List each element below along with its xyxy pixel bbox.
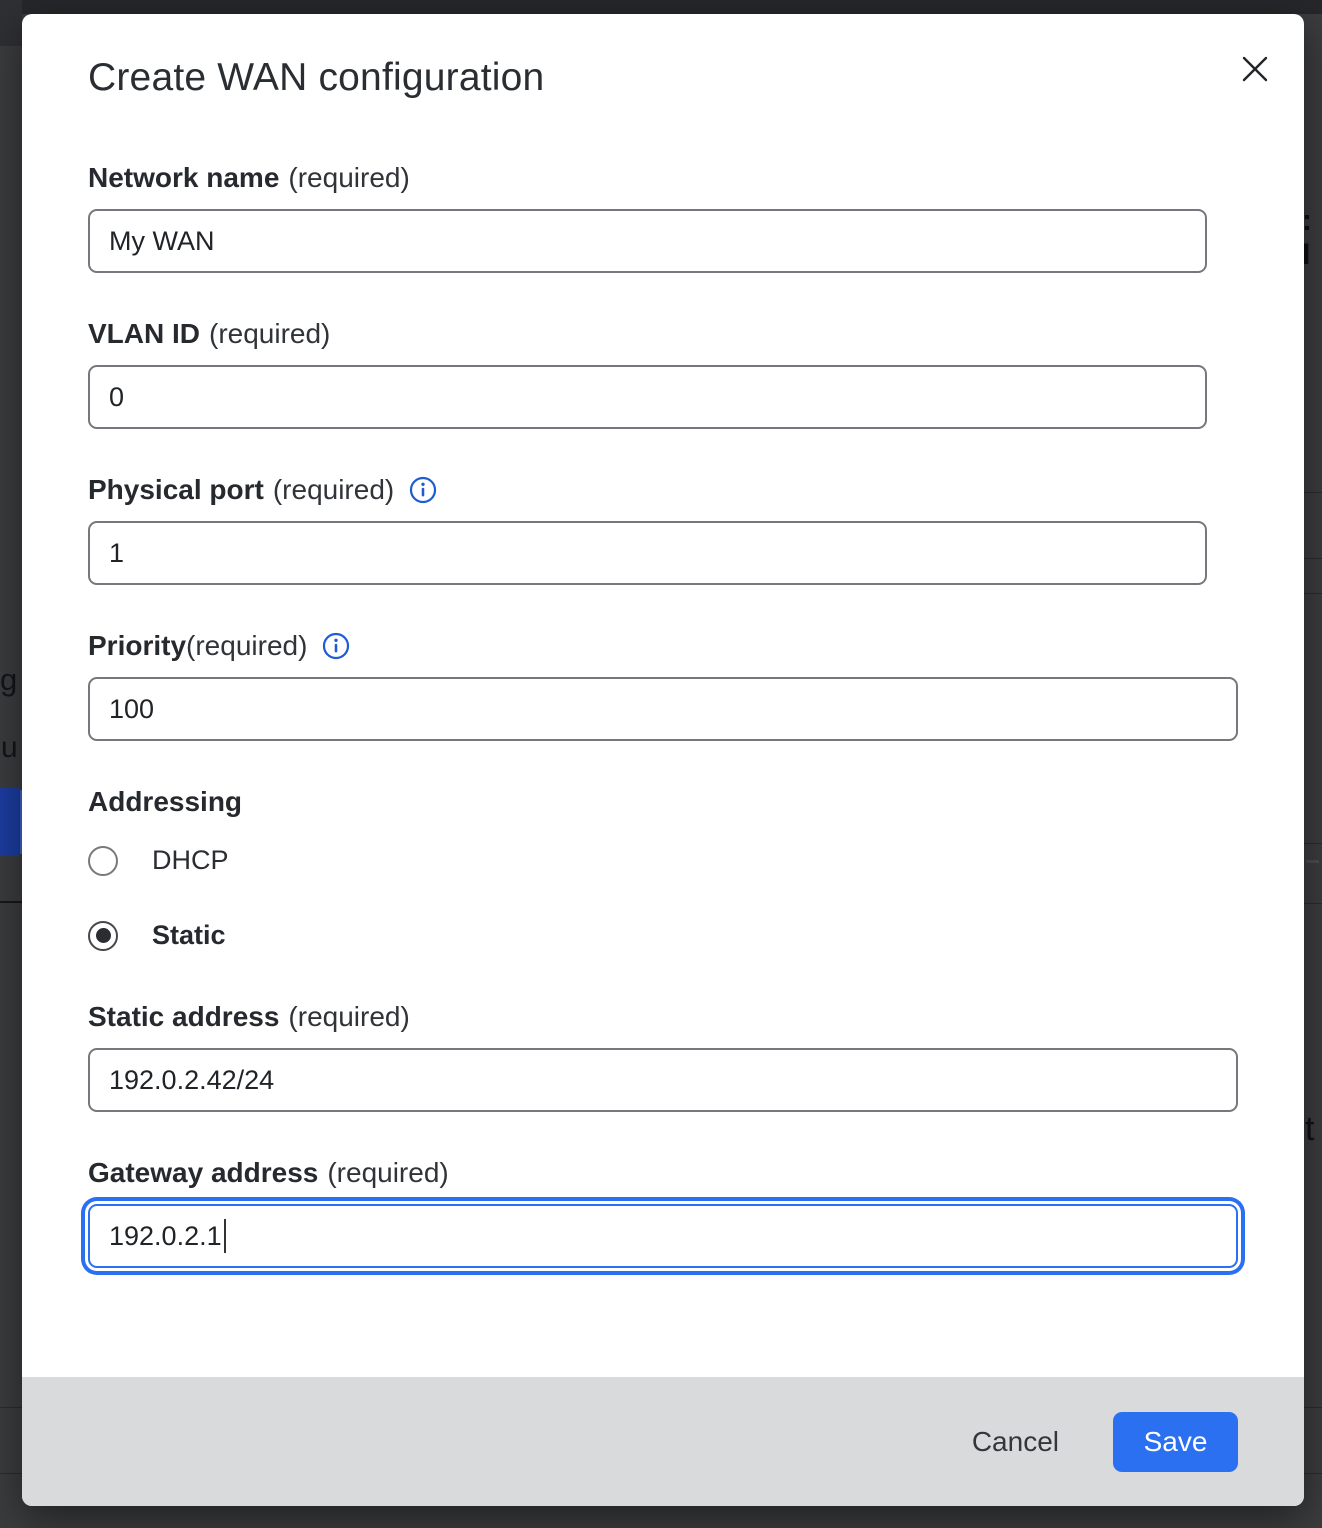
gateway-address-group: Gateway address (required) 192.0.2.1 <box>88 1157 1238 1268</box>
field-label-text: VLAN ID <box>88 318 200 350</box>
info-icon[interactable] <box>409 476 437 504</box>
addressing-section: Addressing DHCP Static <box>88 786 1238 951</box>
input-value: 1 <box>109 538 124 569</box>
required-hint: (required) <box>209 318 330 350</box>
input-value: 100 <box>109 694 154 725</box>
field-label-text: Static address <box>88 1001 279 1033</box>
text-cursor <box>224 1219 226 1253</box>
radio-dhcp-label: DHCP <box>152 845 229 876</box>
dialog-footer: Cancel Save <box>22 1377 1304 1506</box>
background-text-fragment: t <box>1305 1110 1314 1149</box>
background-text-fragment: u <box>1 733 18 763</box>
radio-option-dhcp[interactable]: DHCP <box>88 845 1238 876</box>
background-divider <box>1304 903 1322 904</box>
background-top-strip <box>0 0 1322 14</box>
cancel-button[interactable]: Cancel <box>968 1418 1063 1466</box>
save-button[interactable]: Save <box>1113 1412 1238 1472</box>
field-label-text: Gateway address <box>88 1157 318 1189</box>
radio-static-icon[interactable] <box>88 921 118 951</box>
required-hint: (required) <box>288 162 409 194</box>
background-topleft-block <box>0 0 22 46</box>
background-divider <box>0 901 22 903</box>
network-name-group: Network name (required) My WAN <box>88 162 1238 273</box>
input-value: 192.0.2.1 <box>109 1221 222 1252</box>
input-value: 192.0.2.42/24 <box>109 1065 274 1096</box>
field-label-text: Priority <box>88 630 186 662</box>
background-button-fragment <box>0 788 19 856</box>
background-divider <box>1304 492 1322 493</box>
gateway-address-label: Gateway address (required) <box>88 1157 1238 1189</box>
gateway-address-input[interactable]: 192.0.2.1 <box>88 1204 1238 1268</box>
required-hint: (required) <box>327 1157 448 1189</box>
network-name-input[interactable]: My WAN <box>88 209 1207 273</box>
info-icon[interactable] <box>322 632 350 660</box>
background-text-fragment <box>1306 860 1319 863</box>
input-value: 0 <box>109 382 124 413</box>
priority-group: Priority (required) 100 <box>88 630 1238 741</box>
background-divider <box>1304 843 1322 844</box>
radio-dhcp-icon[interactable] <box>88 846 118 876</box>
dialog-title: Create WAN configuration <box>88 56 1238 100</box>
background-text-fragment: g <box>0 664 17 695</box>
network-name-label: Network name (required) <box>88 162 1238 194</box>
vlan-id-input[interactable]: 0 <box>88 365 1207 429</box>
required-hint: (required) <box>273 474 394 506</box>
field-label-text: Physical port <box>88 474 264 506</box>
create-wan-dialog: Create WAN configuration Network name (r… <box>22 14 1304 1506</box>
physical-port-label: Physical port (required) <box>88 474 1238 506</box>
radio-option-static[interactable]: Static <box>88 920 1238 951</box>
addressing-heading: Addressing <box>88 786 1238 818</box>
background-divider <box>1304 593 1322 594</box>
physical-port-group: Physical port (required) 1 <box>88 474 1238 585</box>
priority-input[interactable]: 100 <box>88 677 1238 741</box>
static-address-input[interactable]: 192.0.2.42/24 <box>88 1048 1238 1112</box>
vlan-id-label: VLAN ID (required) <box>88 318 1238 350</box>
background-divider <box>1304 558 1322 559</box>
physical-port-input[interactable]: 1 <box>88 521 1207 585</box>
static-address-label: Static address (required) <box>88 1001 1238 1033</box>
priority-label: Priority (required) <box>88 630 1238 662</box>
required-hint: (required) <box>288 1001 409 1033</box>
field-label-text: Network name <box>88 162 279 194</box>
background-text-fragment: : I <box>1302 204 1322 272</box>
static-address-group: Static address (required) 192.0.2.42/24 <box>88 1001 1238 1112</box>
radio-static-label: Static <box>152 920 226 951</box>
vlan-id-group: VLAN ID (required) 0 <box>88 318 1238 429</box>
input-value: My WAN <box>109 226 214 257</box>
required-hint: (required) <box>186 630 307 662</box>
